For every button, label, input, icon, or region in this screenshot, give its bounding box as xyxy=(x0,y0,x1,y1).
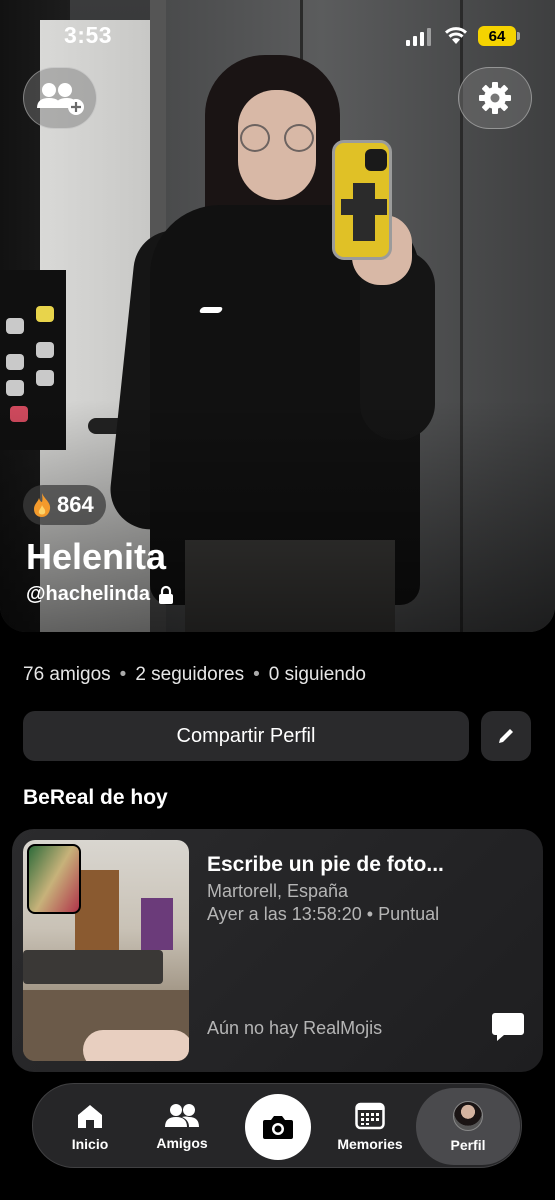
profile-screen: 3:53 64 864 Helenita @hachelinda 76 amig… xyxy=(0,0,555,1200)
realmojis-status: Aún no hay RealMojis xyxy=(207,1018,383,1038)
bereal-thumbnail[interactable] xyxy=(23,840,189,1061)
streak-badge: 864 xyxy=(23,485,106,525)
profile-username: @hachelinda xyxy=(26,583,150,605)
cellular-signal-icon xyxy=(406,28,431,46)
avatar xyxy=(453,1100,483,1131)
following-count[interactable]: 0 siguiendo xyxy=(269,664,366,686)
caption-input[interactable]: Escribe un pie de foto... xyxy=(207,853,444,877)
tab-memories[interactable]: Memories xyxy=(329,1084,411,1169)
tab-profile[interactable]: Perfil xyxy=(416,1088,520,1165)
status-bar: 3:53 64 xyxy=(0,0,555,70)
camera-capture-button[interactable] xyxy=(245,1094,311,1160)
tab-home[interactable]: Inicio xyxy=(53,1084,127,1169)
fire-icon xyxy=(34,493,51,517)
bereal-selfie-inset xyxy=(27,844,81,914)
friends-icon xyxy=(165,1103,199,1127)
section-title-today: BeReal de hoy xyxy=(23,786,168,809)
pencil-icon xyxy=(499,729,513,743)
profile-stats: 76 amigos • 2 seguidores • 0 siguiendo xyxy=(23,664,366,686)
gear-icon xyxy=(479,82,511,114)
friends-count[interactable]: 76 amigos xyxy=(23,664,111,686)
bereal-location: Martorell, España xyxy=(207,881,349,901)
comment-icon[interactable] xyxy=(490,1009,526,1045)
share-profile-button[interactable]: Compartir Perfil xyxy=(23,711,469,761)
profile-username-row: @hachelinda xyxy=(26,583,174,606)
followers-count[interactable]: 2 seguidores xyxy=(135,664,244,686)
bereal-today-card[interactable]: Escribe un pie de foto... Martorell, Esp… xyxy=(12,829,543,1072)
calendar-icon xyxy=(355,1102,385,1129)
streak-count: 864 xyxy=(57,492,94,517)
tab-friends[interactable]: Amigos xyxy=(145,1084,219,1169)
lock-icon xyxy=(158,585,173,604)
edit-profile-button[interactable] xyxy=(481,711,531,761)
add-friends-icon xyxy=(37,83,84,115)
settings-button[interactable] xyxy=(458,67,532,129)
add-friends-button[interactable] xyxy=(23,67,97,129)
home-icon xyxy=(78,1104,102,1128)
bottom-tab-bar: Inicio Amigos Memories Perfil xyxy=(32,1083,522,1168)
status-time: 3:53 xyxy=(64,22,113,48)
camera-icon xyxy=(263,1116,293,1139)
battery-indicator: 64 xyxy=(478,26,516,46)
wifi-icon xyxy=(445,27,467,44)
phone-in-photo xyxy=(332,140,392,260)
profile-display-name: Helenita xyxy=(26,536,167,577)
bereal-timestamp: Ayer a las 13:58:20 • Puntual xyxy=(207,904,440,924)
